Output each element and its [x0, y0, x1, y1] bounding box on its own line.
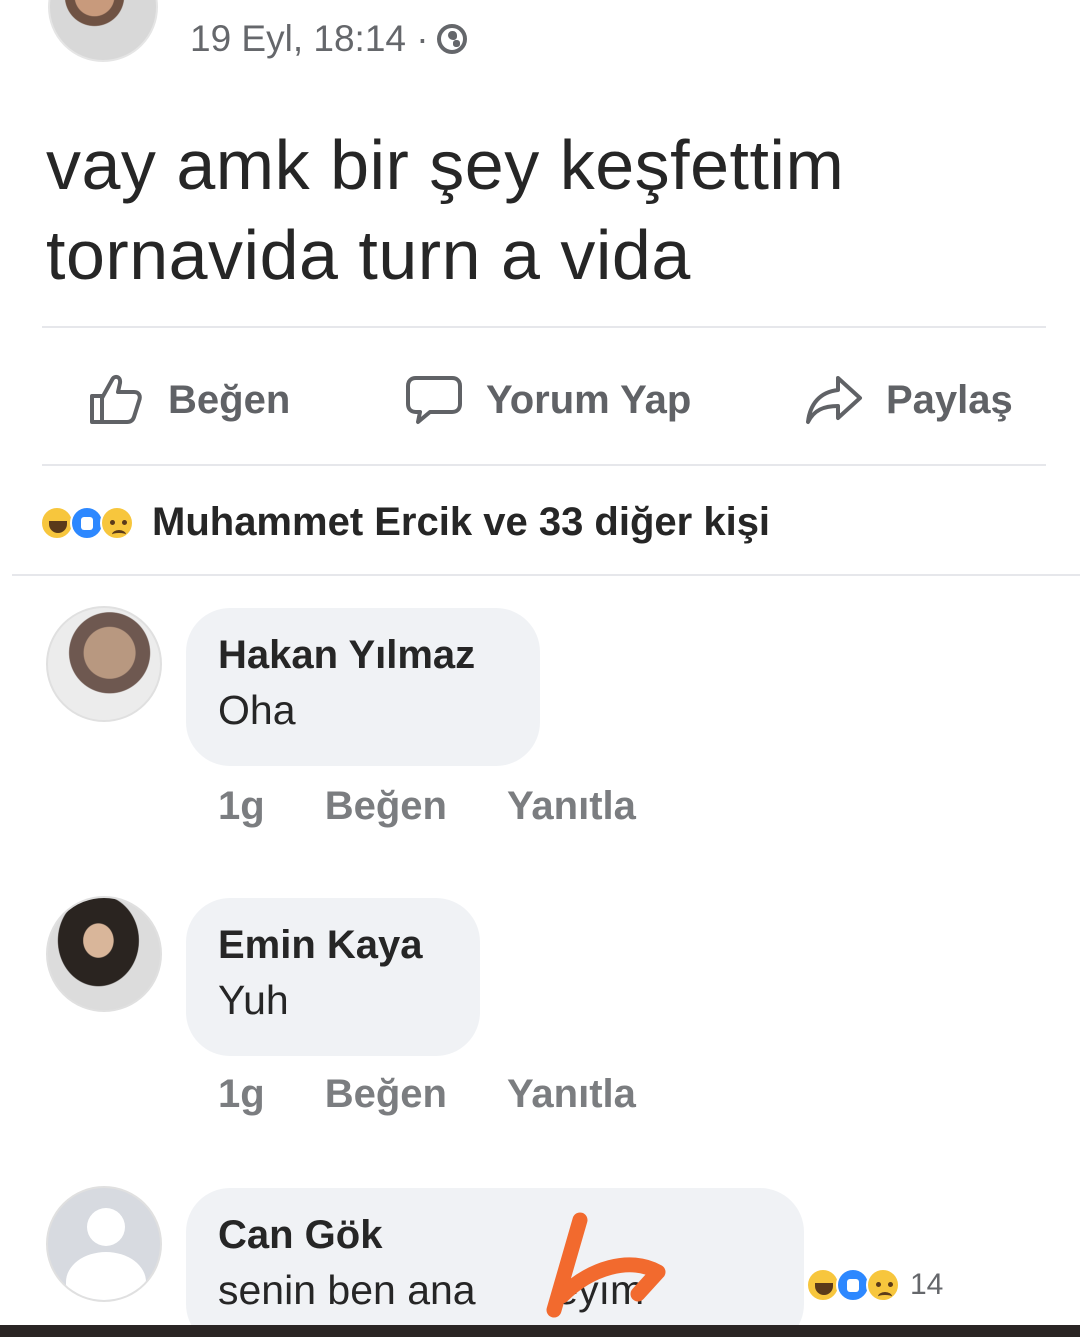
divider: [12, 574, 1080, 576]
like-button[interactable]: Beğen: [86, 360, 290, 440]
post-text: vay amk bir şey keşfettim tornavida turn…: [46, 120, 1036, 300]
avatar[interactable]: [46, 1186, 162, 1302]
comment-actions: 1g Beğen Yanıtla: [218, 784, 636, 829]
share-button[interactable]: Paylaş: [804, 360, 1013, 440]
like-reaction-icon: [70, 505, 104, 540]
like-reaction-icon: [836, 1268, 870, 1302]
post-meta: 19 Eyl, 18:14 ·: [190, 18, 467, 60]
post-timestamp[interactable]: 19 Eyl, 18:14 ·: [190, 18, 429, 60]
comment-time[interactable]: 1g: [218, 784, 265, 829]
comment-bubble: Can Gök senin ben ana eyım: [186, 1188, 804, 1337]
comment-text: Yuh: [218, 977, 289, 1023]
bottom-edge: [0, 1325, 1080, 1337]
post-text-line-2: tornavida turn a vida: [46, 216, 691, 294]
comment-bubble: Hakan Yılmaz Oha: [186, 608, 540, 766]
sad-reaction-icon: [100, 505, 134, 540]
speech-bubble-icon: [406, 376, 462, 424]
thumbs-up-icon: [90, 374, 142, 424]
comment-like-button[interactable]: Beğen: [325, 1072, 447, 1117]
post-text-line-1: vay amk bir şey keşfettim: [46, 126, 845, 204]
like-button-label: Beğen: [168, 377, 291, 422]
comment-button-label: Yorum Yap: [486, 377, 692, 422]
comment-actions: 1g Beğen Yanıtla: [218, 1072, 636, 1117]
comment-bubble: Emin Kaya Yuh: [186, 898, 480, 1056]
avatar[interactable]: [46, 606, 162, 722]
haha-reaction-icon: [40, 505, 74, 540]
censor-scribble: [546, 1212, 666, 1318]
share-arrow-icon: [806, 376, 862, 424]
commenter-name[interactable]: Hakan Yılmaz: [218, 630, 506, 680]
comment-text: Oha: [218, 687, 296, 733]
comment-like-button[interactable]: Beğen: [325, 784, 447, 829]
reactions-summary[interactable]: Muhammet Ercik ve 33 diğer kişi: [40, 500, 770, 545]
reactions-summary-text: Muhammet Ercik ve 33 diğer kişi: [152, 500, 771, 544]
comment-time[interactable]: 1g: [218, 1072, 265, 1117]
divider: [42, 464, 1046, 466]
globe-icon: [436, 24, 467, 54]
comment-reply-button[interactable]: Yanıtla: [507, 784, 636, 829]
divider: [42, 326, 1046, 328]
commenter-name[interactable]: Emin Kaya: [218, 920, 446, 970]
comment-button[interactable]: Yorum Yap: [404, 360, 691, 440]
commenter-name[interactable]: Can Gök: [218, 1210, 770, 1260]
reaction-count: 14: [910, 1268, 944, 1301]
comment-reactions[interactable]: 14: [806, 1268, 943, 1302]
haha-reaction-icon: [806, 1268, 840, 1302]
sad-reaction-icon: [866, 1268, 900, 1302]
share-button-label: Paylaş: [886, 377, 1013, 422]
comment-reply-button[interactable]: Yanıtla: [507, 1072, 636, 1117]
post-action-bar: Beğen Yorum Yap Paylaş: [0, 360, 1080, 440]
poster-avatar[interactable]: [48, 0, 158, 62]
avatar[interactable]: [46, 896, 162, 1012]
comment-text: senin ben ana eyım: [218, 1267, 645, 1313]
